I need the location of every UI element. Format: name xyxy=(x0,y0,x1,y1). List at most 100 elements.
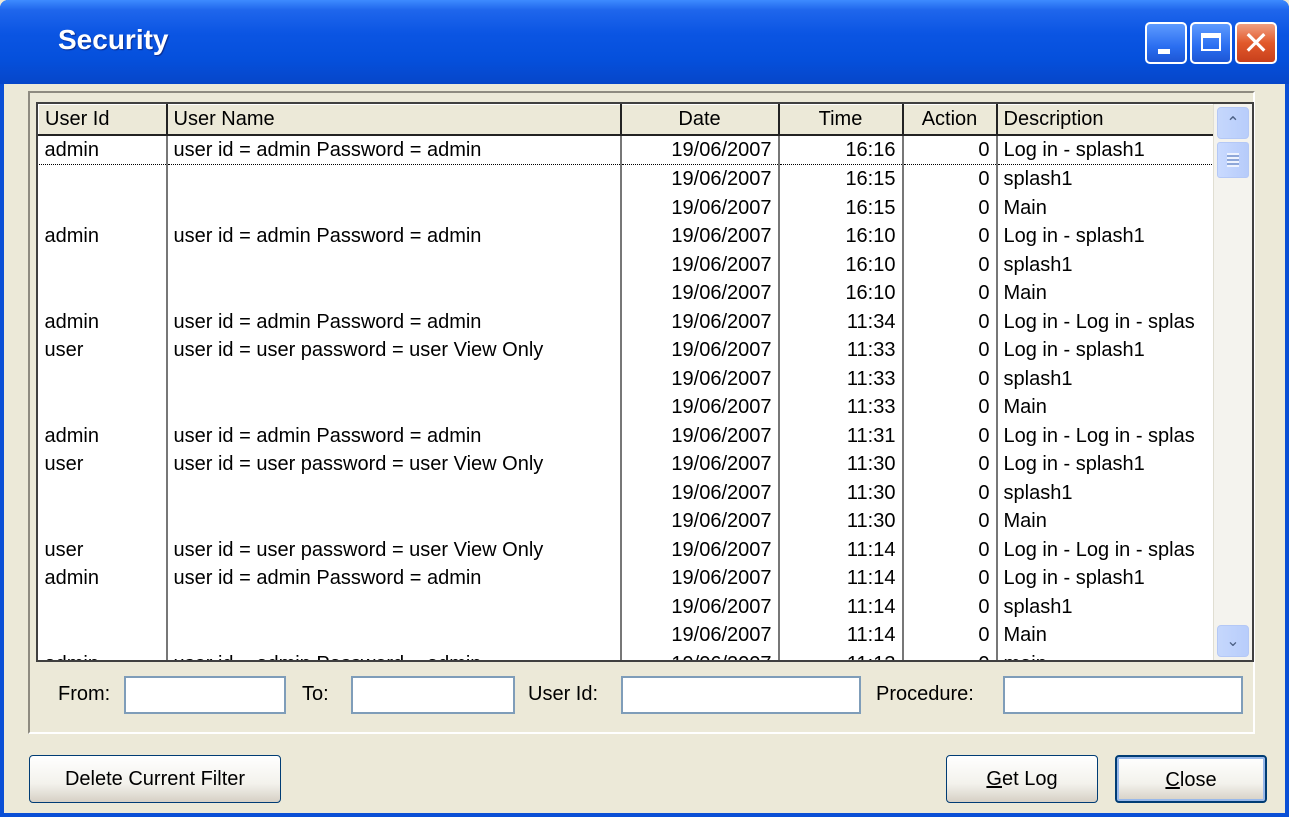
delete-current-filter-button[interactable]: Delete Current Filter xyxy=(29,755,281,803)
cell-date: 19/06/2007 xyxy=(620,564,780,593)
cell-user-name: user id = admin Password = admin xyxy=(166,222,622,251)
cell-action: 0 xyxy=(902,222,998,251)
column-header-description[interactable]: Description xyxy=(996,104,1218,136)
cell-description: Log in - Log in - splas xyxy=(996,307,1218,336)
cell-user-name xyxy=(166,393,622,422)
table-row[interactable]: 19/06/2007 11:33 0 Main xyxy=(38,393,1218,422)
table-row[interactable]: 19/06/2007 16:10 0 splash1 xyxy=(38,250,1218,279)
minimize-icon xyxy=(1158,49,1170,54)
table-row[interactable]: 19/06/2007 11:33 0 splash1 xyxy=(38,364,1218,393)
title-bar[interactable]: Security ✕ xyxy=(0,0,1289,84)
cell-date: 19/06/2007 xyxy=(620,134,780,165)
table-row[interactable]: adminuser id = admin Password = admin19/… xyxy=(38,649,1218,660)
cell-user-name xyxy=(166,193,622,222)
cell-action: 0 xyxy=(902,621,998,650)
cell-user-id xyxy=(38,478,168,507)
cell-description: Log in - splash1 xyxy=(996,336,1218,365)
table-row[interactable]: adminuser id = admin Password = admin19/… xyxy=(38,421,1218,450)
table-row[interactable]: 19/06/2007 11:14 0 Main xyxy=(38,621,1218,650)
cell-time: 16:15 xyxy=(778,193,904,222)
cell-time: 11:14 xyxy=(778,535,904,564)
scroll-thumb[interactable] xyxy=(1217,142,1249,178)
to-label: To: xyxy=(302,683,329,705)
cell-date: 19/06/2007 xyxy=(620,450,780,479)
table-row[interactable]: adminuser id = admin Password = admin19/… xyxy=(38,307,1218,336)
table-row[interactable]: user user id = user password = user View … xyxy=(38,450,1218,479)
table-row[interactable]: 19/06/2007 16:10 0 Main xyxy=(38,279,1218,308)
cell-date: 19/06/2007 xyxy=(620,222,780,251)
cell-action: 0 xyxy=(902,649,998,660)
cell-user-name xyxy=(166,364,622,393)
cell-action: 0 xyxy=(902,279,998,308)
minimize-button[interactable] xyxy=(1145,22,1187,64)
window-title: Security xyxy=(58,24,169,55)
table-row[interactable]: user user id = user password = user View … xyxy=(38,336,1218,365)
scroll-down-icon[interactable]: ⌄ xyxy=(1217,625,1249,657)
column-header-time[interactable]: Time xyxy=(778,104,904,136)
close-window-button[interactable]: ✕ xyxy=(1235,22,1277,64)
cell-description: Main xyxy=(996,507,1218,536)
cell-time: 11:13 xyxy=(778,649,904,660)
cell-user-name: user id = admin Password = admin xyxy=(166,307,622,336)
table-row[interactable]: 19/06/2007 11:30 0 splash1 xyxy=(38,478,1218,507)
cell-date: 19/06/2007 xyxy=(620,364,780,393)
user-id-label: User Id: xyxy=(528,683,599,705)
close-label: lose xyxy=(1179,769,1217,791)
cell-user-name: user id = admin Password = admin xyxy=(166,421,622,450)
cell-time: 16:10 xyxy=(778,250,904,279)
cell-date: 19/06/2007 xyxy=(620,421,780,450)
get-log-label: et Log xyxy=(1001,768,1058,790)
to-field[interactable] xyxy=(351,676,515,714)
vertical-scrollbar[interactable]: ⌃ ⌄ xyxy=(1213,104,1252,660)
cell-date: 19/06/2007 xyxy=(620,164,780,194)
cell-description: Log in - splash1 xyxy=(996,134,1218,165)
cell-description: Main xyxy=(996,621,1218,650)
cell-description: splash1 xyxy=(996,364,1218,393)
close-button[interactable]: Close xyxy=(1115,755,1267,803)
scroll-up-icon[interactable]: ⌃ xyxy=(1217,107,1249,139)
cell-description: Main xyxy=(996,393,1218,422)
cell-date: 19/06/2007 xyxy=(620,478,780,507)
cell-date: 19/06/2007 xyxy=(620,507,780,536)
cell-user-name: user id = user password = user View Only xyxy=(166,336,622,365)
cell-user-name: user id = admin Password = admin xyxy=(166,134,622,165)
cell-time: 11:33 xyxy=(778,336,904,365)
cell-action: 0 xyxy=(902,535,998,564)
cell-user-id: admin xyxy=(38,564,168,593)
table-row[interactable]: 19/06/2007 16:15 0 Main xyxy=(38,193,1218,222)
cell-description: Log in - Log in - splas xyxy=(996,421,1218,450)
cell-user-name xyxy=(166,164,622,194)
cell-action: 0 xyxy=(902,393,998,422)
from-field[interactable] xyxy=(124,676,286,714)
table-row[interactable]: adminuser id = admin Password = admin19/… xyxy=(38,134,1218,165)
cell-user-id: admin xyxy=(38,222,168,251)
maximize-button[interactable] xyxy=(1190,22,1232,64)
table-row[interactable]: 19/06/2007 11:30 0 Main xyxy=(38,507,1218,536)
procedure-field[interactable] xyxy=(1003,676,1243,714)
cell-time: 11:14 xyxy=(778,621,904,650)
cell-user-id xyxy=(38,250,168,279)
table-row[interactable]: 19/06/2007 16:15 0 splash1 xyxy=(38,164,1218,194)
cell-action: 0 xyxy=(902,134,998,165)
table-row[interactable]: adminuser id = admin Password = admin19/… xyxy=(38,564,1218,593)
cell-user-name: user id = user password = user View Only xyxy=(166,450,622,479)
security-log-grid[interactable]: User Id User Name Date Time Action Descr… xyxy=(36,102,1254,662)
cell-user-id xyxy=(38,164,168,194)
user-id-field[interactable] xyxy=(621,676,861,714)
column-header-action[interactable]: Action xyxy=(902,104,998,136)
get-log-button[interactable]: Get Log xyxy=(946,755,1098,803)
cell-description: splash1 xyxy=(996,164,1218,194)
table-row[interactable]: adminuser id = admin Password = admin19/… xyxy=(38,222,1218,251)
table-row[interactable]: 19/06/2007 11:14 0 splash1 xyxy=(38,592,1218,621)
cell-description: splash1 xyxy=(996,592,1218,621)
cell-time: 11:30 xyxy=(778,478,904,507)
column-header-user-id[interactable]: User Id xyxy=(38,104,168,136)
cell-user-name: user id = admin Password = admin xyxy=(166,649,622,660)
cell-date: 19/06/2007 xyxy=(620,592,780,621)
cell-description: Main xyxy=(996,193,1218,222)
column-header-user-name[interactable]: User Name xyxy=(166,104,622,136)
table-row[interactable]: user user id = user password = user View … xyxy=(38,535,1218,564)
header-row: User Id User Name Date Time Action Descr… xyxy=(38,104,1218,136)
cell-user-id xyxy=(38,592,168,621)
column-header-date[interactable]: Date xyxy=(620,104,780,136)
